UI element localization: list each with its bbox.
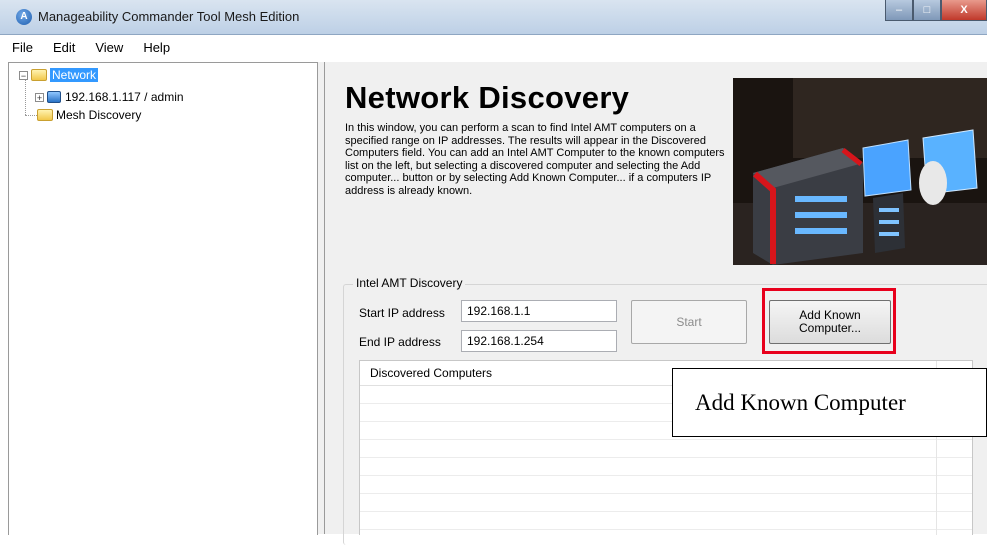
menu-edit[interactable]: Edit [43,40,85,55]
tree-panel: − Network + 192.168.1.117 / admin Mesh D… [8,62,318,535]
tree-node-label: 192.168.1.117 / admin [65,90,184,104]
collapse-icon[interactable]: − [19,70,28,80]
group-title: Intel AMT Discovery [353,276,466,290]
tree-node-network[interactable]: − Network [19,67,99,83]
network-discovery-panel: Network Discovery In this window, you ca… [324,62,987,545]
start-ip-input[interactable] [461,300,617,322]
close-button[interactable]: X [941,0,987,21]
folder-icon [37,109,53,121]
computers-photo-illustration [733,78,987,265]
tree-node-computer[interactable]: + 192.168.1.117 / admin [35,89,184,105]
list-item[interactable] [360,458,972,476]
annotation-callout: Add Known Computer [672,368,987,437]
window-controls: – □ X [885,0,987,21]
header-photo [733,78,987,265]
page-title: Network Discovery [345,80,630,115]
computer-icon [47,91,61,103]
list-item[interactable] [360,512,972,530]
end-ip-input[interactable] [461,330,617,352]
window-title-bar: A Manageability Commander Tool Mesh Edit… [0,0,987,35]
tree-connector [25,79,26,115]
expand-icon[interactable]: + [35,92,44,102]
tree-node-mesh-discovery[interactable]: Mesh Discovery [37,107,141,123]
list-item[interactable] [360,476,972,494]
tree-node-label: Mesh Discovery [56,108,142,122]
minimize-button[interactable]: – [885,0,913,21]
intro-text: In this window, you can perform a scan t… [345,122,725,197]
list-item[interactable] [360,494,972,512]
list-item[interactable] [360,440,972,458]
window-title: Manageability Commander Tool Mesh Editio… [38,9,300,24]
start-button[interactable]: Start [631,300,747,344]
end-ip-label: End IP address [359,335,441,349]
folder-open-icon [31,69,47,81]
menu-file[interactable]: File [0,40,43,55]
highlight-rectangle [762,288,896,354]
start-ip-label: Start IP address [359,306,445,320]
menu-help[interactable]: Help [133,40,180,55]
menu-view[interactable]: View [85,40,133,55]
tree-node-label: Network [50,68,99,82]
maximize-button[interactable]: □ [913,0,941,21]
menu-bar: File Edit View Help [0,35,987,59]
tree-connector [25,115,37,116]
app-icon: A [16,9,32,25]
